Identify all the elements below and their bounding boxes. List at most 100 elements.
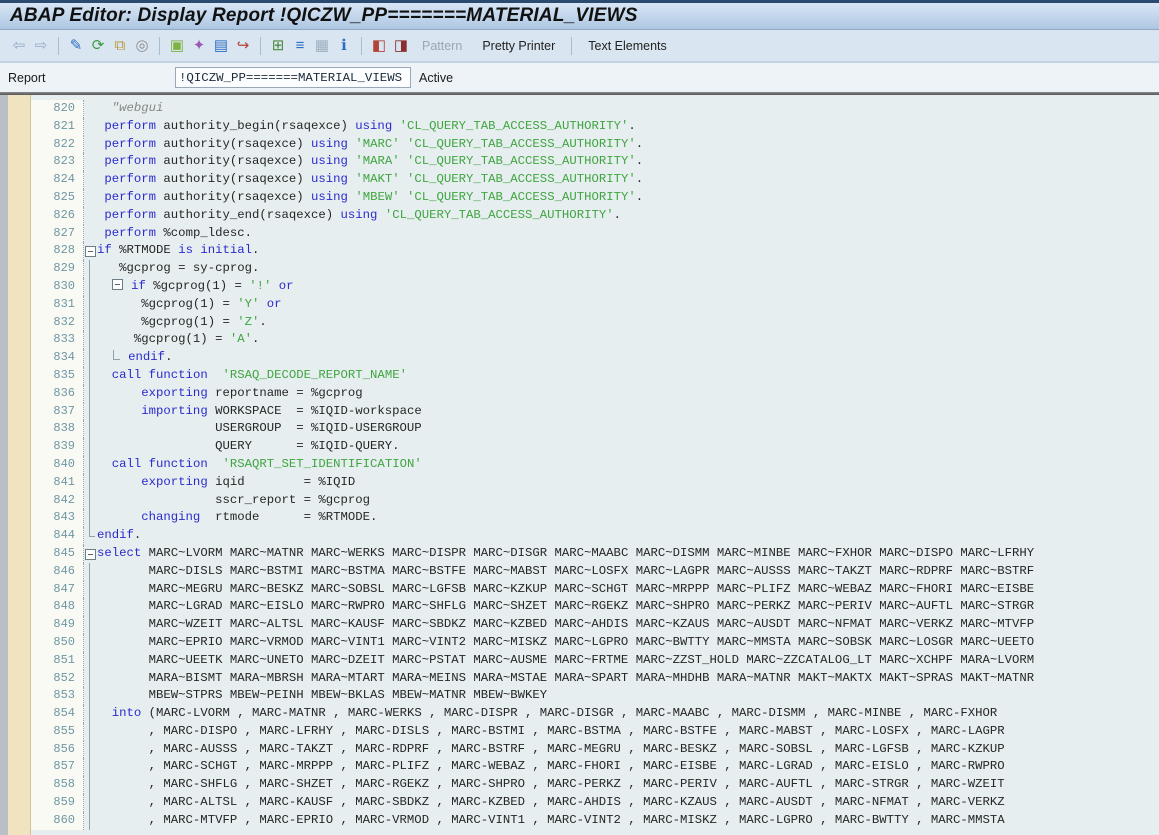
code-line[interactable]: 842 sscr_report = %gcprog <box>31 491 1159 510</box>
where-used-icon[interactable]: ◎ <box>131 35 153 57</box>
code-line[interactable]: 860 , MARC-MTVFP , MARC-EPRIO , MARC-VRM… <box>31 811 1159 830</box>
insert-statement-icon[interactable]: ▤ <box>210 35 232 57</box>
line-number[interactable]: 848 <box>31 598 84 617</box>
line-number[interactable]: 830 <box>31 277 84 296</box>
line-number[interactable]: 857 <box>31 758 84 777</box>
back-icon[interactable]: ⇦ <box>8 35 30 57</box>
line-number[interactable]: 823 <box>31 153 84 172</box>
line-number[interactable]: 851 <box>31 651 84 670</box>
line-number[interactable]: 858 <box>31 776 84 795</box>
pattern-button[interactable]: Pattern <box>422 39 462 53</box>
forward-icon[interactable]: ⇨ <box>30 35 52 57</box>
code-line[interactable]: 858 , MARC-SHFLG , MARC-SHZET , MARC-RGE… <box>31 776 1159 795</box>
code-line[interactable]: 850 MARC~EPRIO MARC~VRMOD MARC~VINT1 MAR… <box>31 633 1159 652</box>
code-line[interactable]: 853 MBEW~STPRS MBEW~PEINH MBEW~BKLAS MBE… <box>31 687 1159 706</box>
code-line[interactable]: 823 perform authority(rsaqexce) using 'M… <box>31 153 1159 172</box>
table-icon[interactable]: ▦ <box>311 35 333 57</box>
line-number[interactable]: 853 <box>31 687 84 706</box>
text-elements-button[interactable]: Text Elements <box>588 39 667 53</box>
code-line[interactable]: 855 , MARC-DISPO , MARC-LFRHY , MARC-DIS… <box>31 722 1159 741</box>
pattern-wand-icon[interactable]: ✦ <box>188 35 210 57</box>
line-number[interactable]: 844 <box>31 527 84 545</box>
code-line[interactable]: 857 , MARC-SCHGT , MARC-MRPPP , MARC-PLI… <box>31 758 1159 777</box>
hierarchy-icon[interactable]: ⊞ <box>267 35 289 57</box>
line-number[interactable]: 837 <box>31 402 84 421</box>
line-number[interactable]: 839 <box>31 438 84 456</box>
line-number[interactable]: 836 <box>31 384 84 403</box>
line-number[interactable]: 852 <box>31 669 84 688</box>
refresh-icon[interactable]: ⟳ <box>87 35 109 57</box>
line-number[interactable]: 820 <box>31 100 84 118</box>
line-number[interactable]: 834 <box>31 349 84 367</box>
code-line[interactable]: 833 %gcprog(1) = 'A'. <box>31 331 1159 350</box>
sapgui-screen-icon[interactable]: ◧ <box>368 35 390 57</box>
report-input[interactable] <box>175 67 411 88</box>
code-line[interactable]: 841 exporting iqid = %IQID <box>31 473 1159 492</box>
line-number[interactable]: 854 <box>31 705 84 723</box>
code-editor[interactable]: 820 "webgui 821 perform authority_begin(r… <box>0 95 1159 835</box>
line-number[interactable]: 843 <box>31 509 84 528</box>
line-number[interactable]: 847 <box>31 580 84 599</box>
code-line[interactable]: 834 endif. <box>31 349 1159 367</box>
line-number[interactable]: 833 <box>31 331 84 350</box>
line-number[interactable]: 838 <box>31 420 84 439</box>
line-number[interactable]: 840 <box>31 455 84 474</box>
code-line[interactable]: 856 , MARC-AUSSS , MARC-TAKZT , MARC-RDP… <box>31 740 1159 759</box>
code-line[interactable]: 827 perform %comp_ldesc. <box>31 224 1159 243</box>
line-number[interactable]: 846 <box>31 562 84 581</box>
exit-icon[interactable]: ↪ <box>232 35 254 57</box>
code-line[interactable]: 854 into (MARC-LVORM , MARC-MATNR , MARC… <box>31 705 1159 723</box>
copy-icon[interactable]: ⧉ <box>109 35 131 57</box>
code-line[interactable]: 849 MARC~WZEIT MARC~ALTSL MARC~KAUSF MAR… <box>31 616 1159 634</box>
breakpoint-gutter[interactable] <box>8 95 31 835</box>
code-line[interactable]: 852 MARA~BISMT MARA~MBRSH MARA~MTART MAR… <box>31 669 1159 688</box>
code-line[interactable]: 837 importing WORKSPACE = %IQID-workspac… <box>31 402 1159 421</box>
code-line[interactable]: 832 %gcprog(1) = 'Z'. <box>31 313 1159 332</box>
fold-collapse-icon[interactable] <box>111 279 123 291</box>
choose-icon[interactable]: ▣ <box>166 35 188 57</box>
line-number[interactable]: 850 <box>31 633 84 652</box>
display-change-icon[interactable]: ✎ <box>65 35 87 57</box>
info-icon[interactable]: ℹ <box>333 35 355 57</box>
code-line[interactable]: 829 %gcprog = sy-cprog. <box>31 260 1159 278</box>
code-line[interactable]: 844 endif. <box>31 527 1159 545</box>
line-number[interactable]: 849 <box>31 616 84 634</box>
line-number[interactable]: 841 <box>31 473 84 492</box>
code-line[interactable]: 848 MARC~LGRAD MARC~EISLO MARC~RWPRO MAR… <box>31 598 1159 617</box>
line-number[interactable]: 831 <box>31 295 84 314</box>
code-line[interactable]: 847 MARC~MEGRU MARC~BESKZ MARC~SOBSL MAR… <box>31 580 1159 599</box>
pretty-printer-button[interactable]: Pretty Printer <box>482 39 555 53</box>
line-number[interactable]: 827 <box>31 224 84 243</box>
code-line[interactable]: 830 if %gcprog(1) = '!' or <box>31 277 1159 296</box>
line-number[interactable]: 845 <box>31 544 84 563</box>
code-line[interactable]: 840 call function 'RSAQRT_SET_IDENTIFICA… <box>31 455 1159 474</box>
code-line[interactable]: 820 "webgui <box>31 100 1159 118</box>
code-line[interactable]: 838 USERGROUP = %IQID-USERGROUP <box>31 420 1159 439</box>
line-number[interactable]: 825 <box>31 188 84 207</box>
line-number[interactable]: 828 <box>31 242 84 261</box>
line-number[interactable]: 860 <box>31 811 84 830</box>
code-line[interactable]: 828 if %RTMODE is initial. <box>31 242 1159 261</box>
code-line[interactable]: 825 perform authority(rsaqexce) using 'M… <box>31 188 1159 207</box>
line-number[interactable]: 856 <box>31 740 84 759</box>
line-number[interactable]: 829 <box>31 260 84 278</box>
sort-icon[interactable]: ≡ <box>289 35 311 57</box>
code-line[interactable]: 846 MARC~DISLS MARC~BSTMI MARC~BSTMA MAR… <box>31 562 1159 581</box>
code-line[interactable]: 843 changing rtmode = %RTMODE. <box>31 509 1159 528</box>
line-number[interactable]: 855 <box>31 722 84 741</box>
code-line[interactable]: 822 perform authority(rsaqexce) using 'M… <box>31 135 1159 154</box>
line-number[interactable]: 826 <box>31 206 84 225</box>
code-line[interactable]: 859 , MARC-ALTSL , MARC-KAUSF , MARC-SBD… <box>31 794 1159 812</box>
code-line[interactable]: 824 perform authority(rsaqexce) using 'M… <box>31 171 1159 189</box>
code-line[interactable]: 821 perform authority_begin(rsaqexce) us… <box>31 117 1159 136</box>
line-number[interactable]: 822 <box>31 135 84 154</box>
line-number[interactable]: 821 <box>31 117 84 136</box>
fold-collapse-icon[interactable] <box>84 545 97 563</box>
line-number[interactable]: 824 <box>31 171 84 189</box>
code-line[interactable]: 851 MARC~UEETK MARC~UNETO MARC~DZEIT MAR… <box>31 651 1159 670</box>
line-number[interactable]: 842 <box>31 491 84 510</box>
line-number[interactable]: 832 <box>31 313 84 332</box>
code-line[interactable]: 836 exporting reportname = %gcprog <box>31 384 1159 403</box>
line-number[interactable]: 835 <box>31 366 84 385</box>
code-line[interactable]: 826 perform authority_end(rsaqexce) usin… <box>31 206 1159 225</box>
